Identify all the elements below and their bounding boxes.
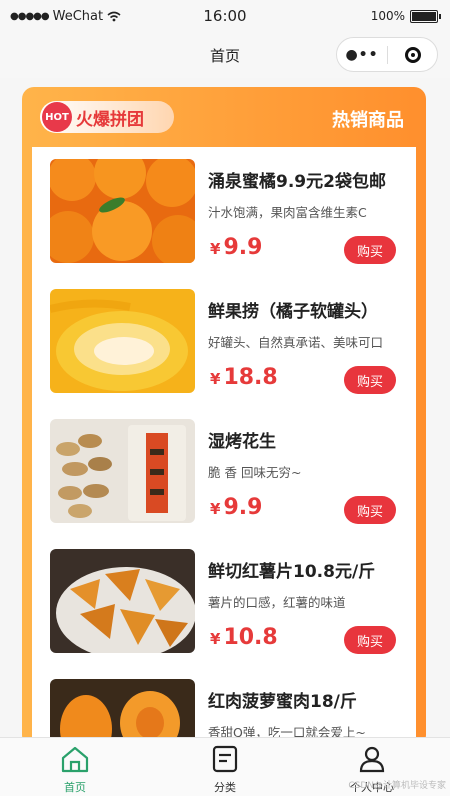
product-image-canned-orange (50, 289, 195, 393)
capsule-close-icon (404, 46, 421, 63)
tab-category[interactable]: 分类 (185, 745, 265, 795)
category-icon (212, 745, 238, 773)
product-price: ¥10.8 (210, 625, 278, 650)
hot-flame-icon: HOT (42, 102, 72, 132)
product-desc: 薯片的口感，红薯的味道 (208, 595, 346, 610)
product-name: 鲜果捞（橘子软罐头） (208, 302, 378, 322)
status-bar: ●●●●● WeChat 16:00 100% (0, 0, 450, 34)
currency-symbol: ¥ (210, 630, 221, 648)
price-value: 9.9 (223, 235, 263, 260)
product-name: 红肉菠萝蜜肉18/斤 (208, 692, 357, 712)
product-list: 涌泉蜜橘9.9元2袋包邮 汁水饱满，果肉富含维生素C ¥9.9 购买 鲜果捞（橘… (32, 147, 416, 747)
hot-badge: HOT 火爆拼团 (40, 101, 174, 133)
home-icon (61, 746, 89, 773)
buy-button[interactable]: 购买 (344, 496, 396, 524)
currency-symbol: ¥ (210, 370, 221, 388)
product-price: ¥9.9 (210, 495, 262, 520)
battery-percent: 100% (370, 9, 405, 23)
nav-bar: 首页 ●•• (0, 34, 450, 78)
product-price: ¥18.8 (210, 365, 278, 390)
product-desc: 脆 香 回味无穷~ (208, 465, 302, 480)
tab-home[interactable]: 首页 (35, 745, 115, 795)
tab-home-label: 首页 (64, 781, 86, 794)
product-image-sweet-potato-chips (50, 549, 195, 653)
mini-program-capsule: ●•• (336, 37, 438, 72)
product-item[interactable]: 湿烤花生 脆 香 回味无穷~ ¥9.9 购买 (32, 407, 416, 537)
tab-category-label: 分类 (214, 781, 236, 794)
currency-symbol: ¥ (210, 240, 221, 258)
capsule-close-button[interactable] (388, 46, 437, 63)
product-item[interactable]: 涌泉蜜橘9.9元2袋包邮 汁水饱满，果肉富含维生素C ¥9.9 购买 (32, 147, 416, 277)
user-icon (359, 746, 385, 773)
price-value: 10.8 (223, 625, 278, 650)
product-item[interactable]: 红肉菠萝蜜肉18/斤 香甜Q弹，吃一口就会爱上~ (32, 667, 416, 747)
hot-group-card: HOT 火爆拼团 热销商品 涌泉蜜橘9.9元2袋包邮 汁水饱满，果肉富含维生素C (22, 87, 426, 747)
product-name: 湿烤花生 (208, 432, 276, 452)
product-item[interactable]: 鲜果捞（橘子软罐头） 好罐头、自然真承诺、美味可口 ¥18.8 购买 (32, 277, 416, 407)
product-desc: 好罐头、自然真承诺、美味可口 (208, 335, 384, 350)
price-value: 18.8 (223, 365, 278, 390)
product-name: 涌泉蜜橘9.9元2袋包邮 (208, 172, 386, 192)
watermark: CSDN@计算机毕设专家 (348, 781, 446, 791)
product-image-orange (50, 159, 195, 263)
currency-symbol: ¥ (210, 500, 221, 518)
status-right: 100% (370, 9, 441, 23)
product-image-peanuts (50, 419, 195, 523)
product-desc: 汁水饱满，果肉富含维生素C (208, 205, 367, 220)
product-item[interactable]: 鲜切红薯片10.8元/斤 薯片的口感，红薯的味道 ¥10.8 购买 (32, 537, 416, 667)
battery-icon (410, 9, 441, 23)
section-title: 火爆拼团 (76, 109, 144, 130)
product-name: 鲜切红薯片10.8元/斤 (208, 562, 376, 582)
product-price: ¥9.9 (210, 235, 262, 260)
price-value: 9.9 (223, 495, 263, 520)
more-dots-icon[interactable]: ●•• (337, 47, 387, 63)
buy-button[interactable]: 购买 (344, 236, 396, 264)
section-right-title[interactable]: 热销商品 (332, 106, 404, 132)
buy-button[interactable]: 购买 (344, 366, 396, 394)
buy-button[interactable]: 购买 (344, 626, 396, 654)
